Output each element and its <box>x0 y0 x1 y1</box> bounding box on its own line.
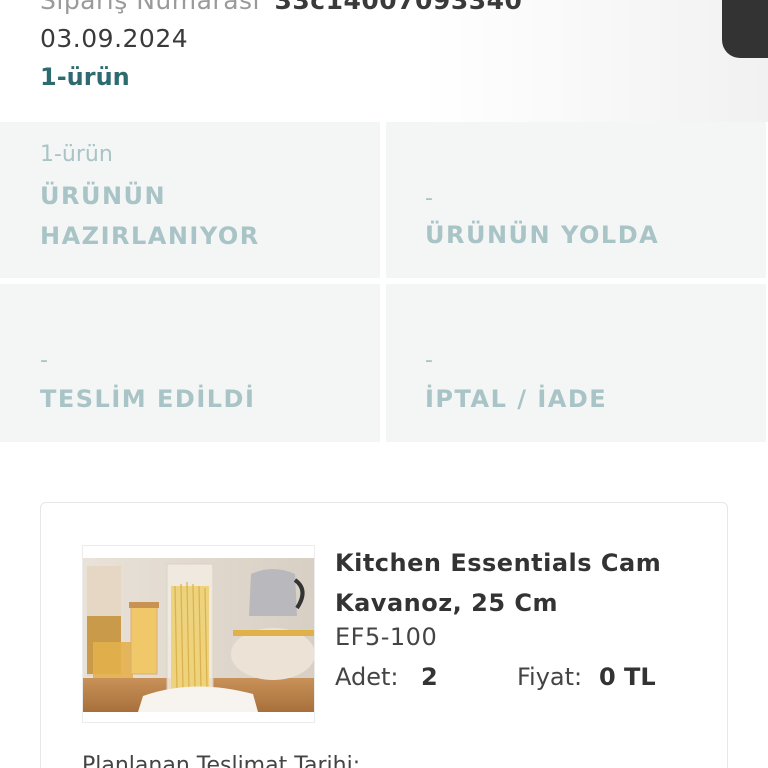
corner-button[interactable] <box>722 0 768 58</box>
status-title: TESLİM EDİLDİ <box>40 385 256 413</box>
planned-delivery-label: Planlanan Teslimat Tarihi: <box>82 753 361 768</box>
order-number-label: Sipariş Numarası <box>40 0 260 15</box>
status-title: İPTAL / İADE <box>425 385 608 413</box>
order-item-count: 1-ürün <box>40 63 130 91</box>
status-count: - <box>425 348 433 373</box>
quantity-value: 2 <box>421 663 438 691</box>
status-count: - <box>425 186 433 211</box>
order-status-grid: 1-ürün ÜRÜNÜN HAZIRLANIYOR - ÜRÜNÜN YOLD… <box>0 122 768 442</box>
order-number-line: Sipariş Numarası 33c14007093340 <box>40 0 522 15</box>
status-cell-cancel-return[interactable]: - İPTAL / İADE <box>386 284 766 442</box>
status-cell-preparing[interactable]: 1-ürün ÜRÜNÜN HAZIRLANIYOR <box>0 122 380 278</box>
status-count: 1-ürün <box>40 142 113 167</box>
price-label: Fiyat: <box>517 663 583 691</box>
quantity-label: Adet: <box>335 663 399 691</box>
product-name[interactable]: Kitchen Essentials Cam Kavanoz, 25 Cm <box>335 543 695 623</box>
order-number: 33c14007093340 <box>274 0 523 15</box>
status-title: ÜRÜNÜN YOLDA <box>425 221 660 249</box>
product-code: EF5-100 <box>335 623 438 651</box>
status-cell-delivered[interactable]: - TESLİM EDİLDİ <box>0 284 380 442</box>
order-header: Sipariş Numarası 33c14007093340 03.09.20… <box>0 0 768 122</box>
status-cell-shipping[interactable]: - ÜRÜNÜN YOLDA <box>386 122 766 278</box>
price-value: 0 TL <box>599 663 656 691</box>
status-count: - <box>40 348 48 373</box>
order-date: 03.09.2024 <box>40 24 189 53</box>
product-image[interactable] <box>82 545 315 723</box>
product-card: Kitchen Essentials Cam Kavanoz, 25 Cm EF… <box>40 502 728 768</box>
status-title: ÜRÜNÜN HAZIRLANIYOR <box>40 182 260 250</box>
